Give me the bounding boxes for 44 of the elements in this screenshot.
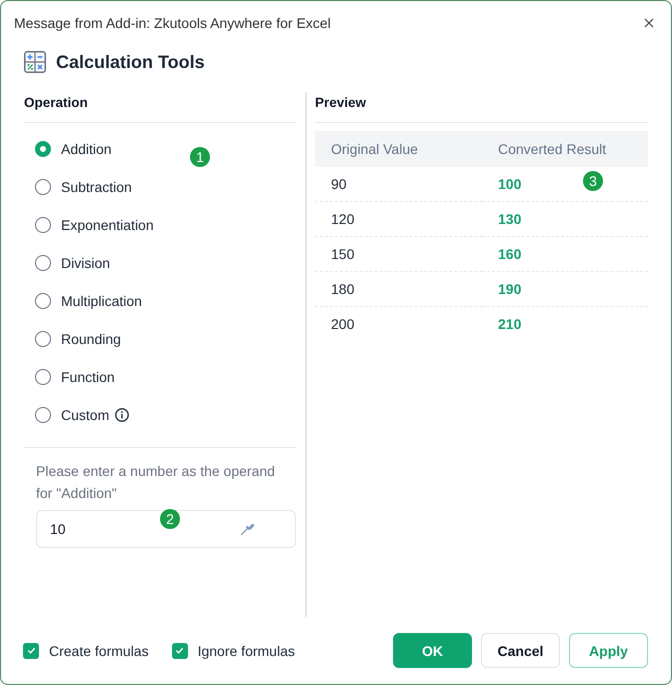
step-marker: 1 xyxy=(190,147,210,167)
check-icon xyxy=(26,646,36,655)
eyedropper-icon xyxy=(239,521,255,537)
radio-button[interactable] xyxy=(35,407,51,423)
option-label[interactable]: Multiplication xyxy=(61,293,142,309)
radio-button[interactable] xyxy=(35,331,51,347)
table-cell: 160 xyxy=(482,236,648,272)
checkbox[interactable] xyxy=(23,642,39,658)
option-label[interactable]: Exponentiation xyxy=(61,217,154,233)
option-label[interactable]: Custom xyxy=(61,407,110,423)
calculator-icon xyxy=(24,51,46,73)
checkbox-label[interactable]: Create formulas xyxy=(49,642,149,658)
table-cell: 210 xyxy=(482,306,648,341)
table-cell: 120 xyxy=(315,202,482,236)
section-heading: Preview xyxy=(315,92,648,123)
section-heading: Operation xyxy=(24,92,296,123)
radio-button[interactable] xyxy=(35,217,51,233)
radio-button[interactable] xyxy=(35,369,51,385)
table-cell: 150 xyxy=(315,236,482,272)
table-cell: 200 xyxy=(315,306,482,341)
checkbox-label[interactable]: Ignore formulas xyxy=(198,642,295,658)
option-label[interactable]: Addition xyxy=(61,141,112,157)
option-label[interactable]: Division xyxy=(61,255,110,271)
radio-button[interactable] xyxy=(35,293,51,309)
column-header: Converted Result xyxy=(482,131,648,167)
check-icon xyxy=(175,646,184,655)
step-marker: 3 xyxy=(583,171,603,191)
checkbox[interactable] xyxy=(172,642,188,658)
window-title: Message from Add-in: Zkutools Anywhere for Excel xyxy=(14,14,331,30)
cancel-button[interactable]: Cancel xyxy=(481,633,560,668)
column-header: Original Value xyxy=(315,131,482,167)
dialog-heading: Calculation Tools xyxy=(56,52,205,72)
radio-button[interactable] xyxy=(35,255,51,271)
radio-button[interactable] xyxy=(35,141,51,157)
option-label[interactable]: Function xyxy=(61,369,115,385)
option-label[interactable]: Subtraction xyxy=(61,179,132,195)
radio-button[interactable] xyxy=(35,179,51,195)
prompt-text: Please enter a number as the operand for "Addition" xyxy=(36,462,276,503)
table-cell: 130 xyxy=(482,202,648,236)
table-cell: 180 xyxy=(315,272,482,306)
table-cell: 190 xyxy=(482,272,648,306)
close-icon xyxy=(644,18,654,28)
option-label[interactable]: Rounding xyxy=(61,331,121,347)
table-cell: 90 xyxy=(315,167,482,202)
